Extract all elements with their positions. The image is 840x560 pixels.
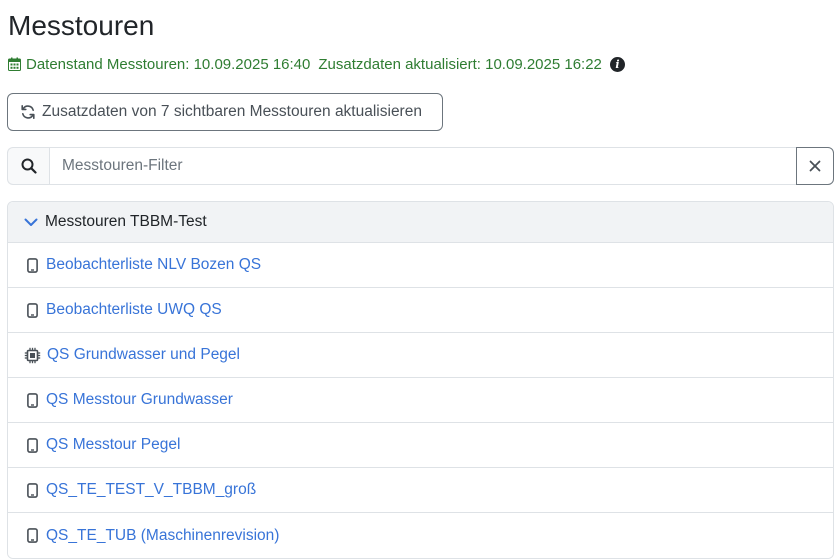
page: Messtouren Datenstand Messtouren: 10.09.… [0,0,840,560]
group-header[interactable]: Messtouren TBBM-Test [8,202,833,243]
messtour-link[interactable]: QS_TE_TEST_V_TBBM_groß [46,481,256,499]
messtour-link[interactable]: QS_TE_TUB (Maschinenrevision) [46,527,279,545]
messtouren-group: Messtouren TBBM-Test Beobachterliste NLV… [7,201,834,559]
messtour-link[interactable]: QS Messtour Pegel [46,436,180,454]
data-state-text: Datenstand Messtouren: 10.09.2025 16:40 [26,55,311,73]
mobile-icon [25,302,39,318]
search-input[interactable] [49,147,796,185]
chip-icon [23,347,41,363]
list-item: Beobachterliste NLV Bozen QS [8,243,833,288]
mobile-icon [25,437,39,453]
mobile-icon [25,257,39,273]
mobile-icon [25,482,39,498]
mobile-icon [25,392,39,408]
data-status-line: Datenstand Messtouren: 10.09.2025 16:40 … [8,54,625,74]
info-icon[interactable]: i [609,56,625,72]
list-item: QS Grundwasser und Pegel [8,333,833,378]
messtour-link[interactable]: QS Messtour Grundwasser [46,391,233,409]
list-item: QS_TE_TEST_V_TBBM_groß [8,468,833,513]
chevron-down-icon [24,218,38,226]
list-item: Beobachterliste UWQ QS [8,288,833,333]
calendar-icon [8,57,21,71]
clear-filter-button[interactable] [796,147,834,185]
list-item: QS Messtour Grundwasser [8,378,833,423]
messtouren-list: Beobachterliste NLV Bozen QS Beobachterl… [8,243,833,558]
mobile-icon [25,528,39,544]
refresh-button-label: Zusatzdaten von 7 sichtbaren Messtouren … [42,103,422,120]
refresh-icon [21,105,35,119]
search-bar [7,147,834,185]
close-icon [809,160,821,172]
messtour-link[interactable]: Beobachterliste UWQ QS [46,301,222,319]
list-item: QS Messtour Pegel [8,423,833,468]
list-item: QS_TE_TUB (Maschinenrevision) [8,513,833,558]
extra-updated-text: Zusatzdaten aktualisiert: 10.09.2025 16:… [318,55,602,73]
search-icon [7,147,49,185]
page-title: Messtouren [8,10,155,41]
messtour-link[interactable]: QS Grundwasser und Pegel [47,346,240,364]
refresh-extra-data-button[interactable]: Zusatzdaten von 7 sichtbaren Messtouren … [7,93,443,131]
group-label: Messtouren TBBM-Test [45,213,207,230]
messtour-link[interactable]: Beobachterliste NLV Bozen QS [46,256,261,274]
